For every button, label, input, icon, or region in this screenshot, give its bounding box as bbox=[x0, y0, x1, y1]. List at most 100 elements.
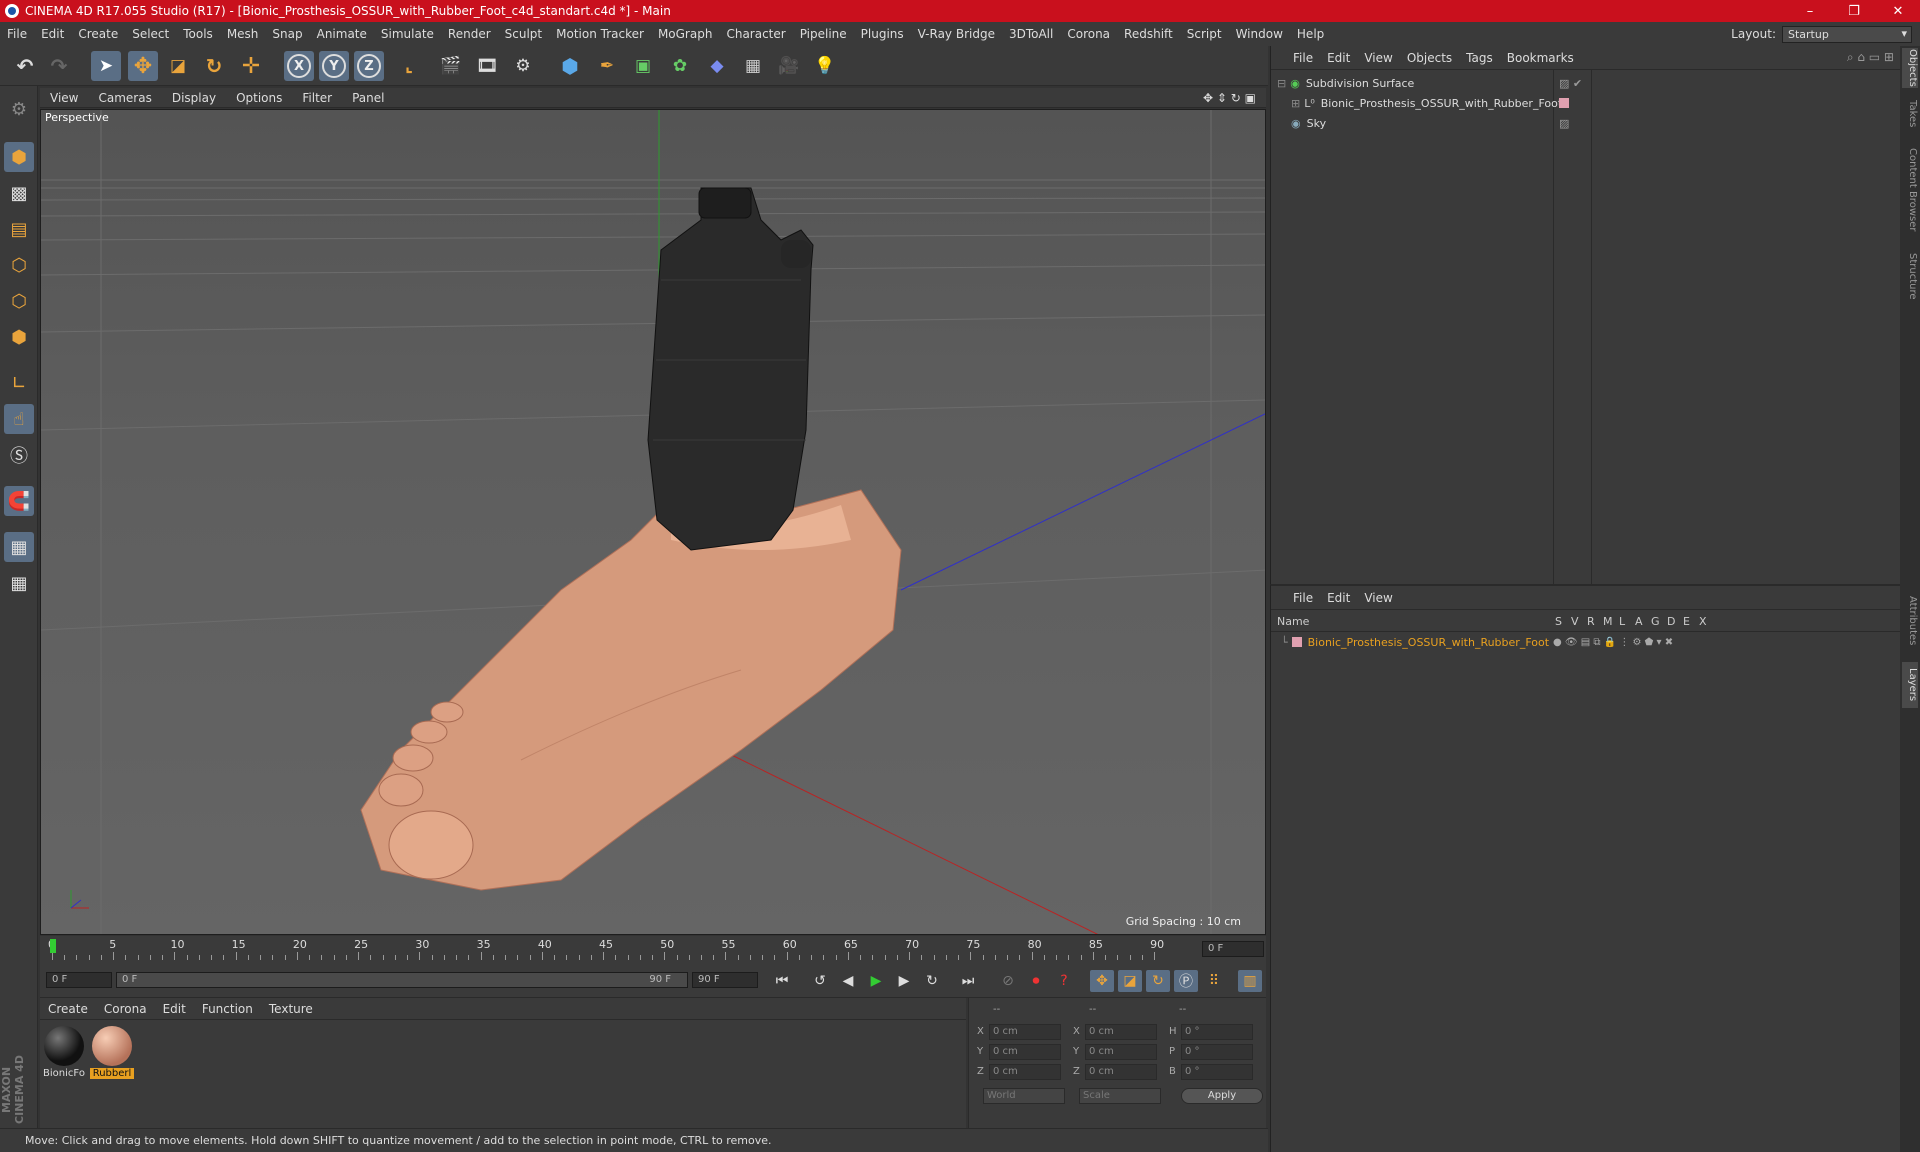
rotate-tool-button[interactable]: ↻ bbox=[199, 51, 229, 81]
lm-menu-view[interactable]: View bbox=[1357, 591, 1399, 605]
apply-button[interactable]: Apply bbox=[1181, 1088, 1263, 1104]
solo-mode-icon[interactable]: Ⓢ bbox=[4, 440, 34, 470]
previous-key-icon[interactable]: ↺ bbox=[808, 970, 832, 992]
go-to-end-icon[interactable]: ⏭ bbox=[956, 970, 980, 992]
3d-viewport[interactable]: Perspective Grid Spacing : 10 cm bbox=[40, 109, 1266, 935]
layer-color-swatch[interactable] bbox=[1291, 637, 1302, 647]
light-icon[interactable]: 💡 bbox=[810, 51, 840, 81]
polygons-mode-icon[interactable]: ⬢ bbox=[4, 322, 34, 352]
om-menu-objects[interactable]: Objects bbox=[1400, 51, 1459, 65]
timeline-ruler[interactable]: 051015202530354045505560657075808590 0 F bbox=[40, 936, 1266, 962]
material-swatch[interactable]: BionicFo bbox=[42, 1026, 86, 1079]
menu-snap[interactable]: Snap bbox=[265, 27, 309, 41]
menu-redshift[interactable]: Redshift bbox=[1117, 27, 1180, 41]
render-view-icon[interactable]: 🎬 bbox=[436, 51, 466, 81]
menu-animate[interactable]: Animate bbox=[310, 27, 374, 41]
menu-vray-bridge[interactable]: V-Ray Bridge bbox=[911, 27, 1002, 41]
menu-sculpt[interactable]: Sculpt bbox=[498, 27, 549, 41]
menu-corona[interactable]: Corona bbox=[1060, 27, 1117, 41]
position-z-field[interactable]: 0 cm bbox=[989, 1064, 1061, 1080]
restore-icon[interactable]: ❐ bbox=[1832, 4, 1876, 19]
lm-menu-edit[interactable]: Edit bbox=[1320, 591, 1357, 605]
position-y-field[interactable]: 0 cm bbox=[989, 1044, 1061, 1060]
move-tool-button[interactable]: ✥ bbox=[128, 51, 158, 81]
autokey-icon[interactable]: ⏺ bbox=[1024, 970, 1048, 992]
scale-x-field[interactable]: 0 cm bbox=[1085, 1024, 1157, 1040]
menu-mograph[interactable]: MoGraph bbox=[651, 27, 720, 41]
material-menu-create[interactable]: Create bbox=[40, 1002, 96, 1016]
current-frame-field[interactable]: 0 F bbox=[1202, 941, 1264, 957]
viewport-menu-view[interactable]: View bbox=[40, 91, 88, 105]
workplane-grid-icon[interactable]: ▦ bbox=[4, 568, 34, 598]
scale-z-field[interactable]: 0 cm bbox=[1085, 1064, 1157, 1080]
scale-y-field[interactable]: 0 cm bbox=[1085, 1044, 1157, 1060]
x-axis-button[interactable]: X bbox=[284, 51, 314, 81]
tab-objects[interactable]: Objects bbox=[1902, 48, 1918, 88]
cube-primitive-icon[interactable]: ⬢ bbox=[555, 51, 585, 81]
make-editable-icon[interactable]: ⚙ bbox=[4, 94, 34, 124]
size-mode-dropdown[interactable]: Scale bbox=[1079, 1088, 1161, 1104]
render-picture-viewer-icon[interactable]: 🎞 bbox=[472, 51, 502, 81]
floor-icon[interactable]: ▦ bbox=[738, 51, 768, 81]
object-row[interactable]: ⊞ L⁰ Bionic_Prosthesis_OSSUR_with_Rubber… bbox=[1271, 93, 1901, 113]
material-swatch[interactable]: Rubberl bbox=[90, 1026, 134, 1079]
viewport-nav-icons[interactable]: ✥ ⇕ ↻ ▣ bbox=[1193, 91, 1266, 105]
menu-help[interactable]: Help bbox=[1290, 27, 1331, 41]
coordinate-system-icon[interactable]: ⌞ bbox=[394, 51, 424, 81]
scale-tool-button[interactable]: ◪ bbox=[163, 51, 193, 81]
menu-character[interactable]: Character bbox=[719, 27, 792, 41]
texture-mode-icon[interactable]: ▩ bbox=[4, 178, 34, 208]
axis-mode-icon[interactable]: ∟ bbox=[4, 368, 34, 398]
deformer-icon[interactable]: ◆ bbox=[702, 51, 732, 81]
object-row[interactable]: ◉ Sky ▨ bbox=[1271, 113, 1901, 133]
lm-menu-file[interactable]: File bbox=[1271, 591, 1320, 605]
layer-toggle-icons[interactable]: ● 👁 ▤ ⧉ 🔒 ⋮ ⚙ ⬟ ▾ ✖ bbox=[1553, 637, 1673, 648]
transform-tool-button[interactable]: ✛ bbox=[236, 51, 266, 81]
edges-mode-icon[interactable]: ⬡ bbox=[4, 286, 34, 316]
key-scale-icon[interactable]: ◪ bbox=[1118, 970, 1142, 992]
om-menu-bookmarks[interactable]: Bookmarks bbox=[1500, 51, 1581, 65]
workplane-mode-icon[interactable]: ▤ bbox=[4, 214, 34, 244]
viewport-menu-options[interactable]: Options bbox=[226, 91, 292, 105]
key-rotation-icon[interactable]: ↻ bbox=[1146, 970, 1170, 992]
redo-icon[interactable]: ↷ bbox=[44, 51, 74, 81]
rotation-h-field[interactable]: 0 ° bbox=[1181, 1024, 1253, 1040]
previous-frame-icon[interactable]: ◀ bbox=[836, 970, 860, 992]
menu-file[interactable]: File bbox=[0, 27, 34, 41]
coordinate-mode-dropdown[interactable]: World bbox=[983, 1088, 1065, 1104]
layer-row[interactable]: └ Bionic_Prosthesis_OSSUR_with_Rubber_Fo… bbox=[1271, 632, 1901, 652]
key-pla-icon[interactable]: ⠿ bbox=[1202, 970, 1226, 992]
tab-attributes[interactable]: Attributes bbox=[1902, 586, 1918, 656]
om-menu-file[interactable]: File bbox=[1271, 51, 1320, 65]
menu-pipeline[interactable]: Pipeline bbox=[793, 27, 854, 41]
model-mode-icon[interactable]: ⬢ bbox=[4, 142, 34, 172]
om-search-home-icons[interactable]: ⌕ ⌂ ▭ ⊞ bbox=[1840, 50, 1901, 65]
timeline-window-icon[interactable]: ▥ bbox=[1238, 970, 1262, 992]
menu-script[interactable]: Script bbox=[1180, 27, 1229, 41]
tab-structure[interactable]: Structure bbox=[1902, 246, 1918, 306]
material-menu-corona[interactable]: Corona bbox=[96, 1002, 155, 1016]
material-menu-texture[interactable]: Texture bbox=[261, 1002, 321, 1016]
viewport-menu-display[interactable]: Display bbox=[162, 91, 226, 105]
go-to-start-icon[interactable]: ⏮ bbox=[770, 970, 794, 992]
tab-content-browser[interactable]: Content Browser bbox=[1902, 140, 1918, 240]
key-parameter-icon[interactable]: Ⓟ bbox=[1174, 970, 1198, 992]
workplane-lock-icon[interactable]: ▦ bbox=[4, 532, 34, 562]
render-settings-icon[interactable]: ⚙ bbox=[508, 51, 538, 81]
menu-window[interactable]: Window bbox=[1229, 27, 1290, 41]
visibility-dots-icon[interactable]: ▨ ✔ bbox=[1559, 77, 1582, 90]
viewport-menu-filter[interactable]: Filter bbox=[292, 91, 342, 105]
playhead-marker[interactable] bbox=[50, 939, 56, 953]
menu-render[interactable]: Render bbox=[441, 27, 498, 41]
minimize-icon[interactable]: – bbox=[1788, 4, 1832, 19]
menu-plugins[interactable]: Plugins bbox=[854, 27, 911, 41]
layout-dropdown[interactable]: Startup bbox=[1782, 25, 1912, 43]
record-keys-icon[interactable]: ⊘ bbox=[996, 970, 1020, 992]
menu-motion-tracker[interactable]: Motion Tracker bbox=[549, 27, 651, 41]
object-row[interactable]: ⊟ ◉ Subdivision Surface ▨ ✔ bbox=[1271, 73, 1901, 93]
menu-tools[interactable]: Tools bbox=[176, 27, 220, 41]
start-frame-field[interactable]: 0 F bbox=[46, 972, 112, 988]
pen-spline-icon[interactable]: ✒ bbox=[592, 51, 622, 81]
close-icon[interactable]: ✕ bbox=[1876, 4, 1920, 19]
om-menu-view[interactable]: View bbox=[1357, 51, 1399, 65]
